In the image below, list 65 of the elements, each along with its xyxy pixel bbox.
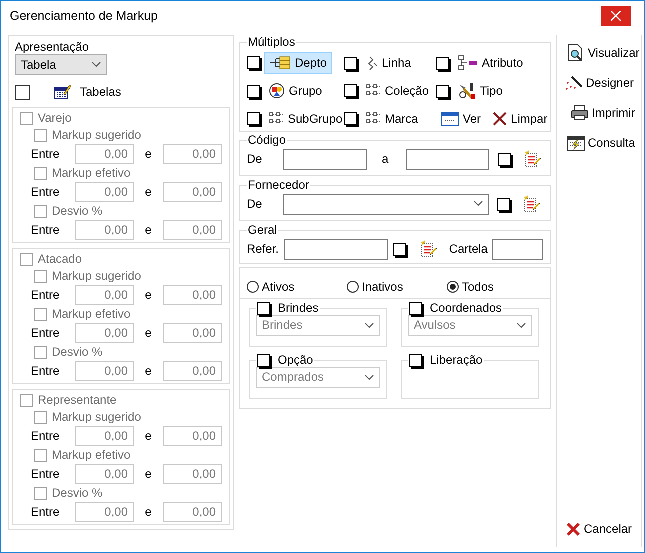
field-label: Entre — [31, 467, 61, 482]
field-label: Entre — [31, 185, 61, 200]
checkbox-label: Markup efetivo — [52, 307, 131, 322]
group-title: Geral — [247, 223, 278, 237]
filter-button[interactable]: Coleção — [361, 80, 434, 102]
group-title: Código — [247, 133, 288, 147]
filter-button[interactable]: Marca — [361, 108, 424, 130]
dropdown[interactable]: Tabela — [15, 54, 107, 76]
field-label: e — [144, 505, 153, 520]
radio-button[interactable]: Inativos — [347, 280, 447, 294]
field-label: Apresentação — [15, 40, 90, 54]
checkbox-label: Markup sugerido — [52, 269, 142, 284]
clear-button[interactable]: Limpar — [488, 108, 553, 130]
field-label: Entre — [31, 147, 61, 162]
filter-button[interactable]: Linha — [361, 52, 416, 74]
radio-button[interactable]: Todos — [447, 280, 507, 294]
field-label: e — [144, 326, 153, 341]
checkbox-label: Markup efetivo — [52, 448, 131, 463]
field-label: De — [247, 152, 264, 166]
checkbox-label: Desvio % — [52, 345, 103, 360]
checkbox-label: Desvio % — [52, 486, 103, 501]
group-label: Representante — [38, 393, 117, 408]
field-label: Entre — [31, 223, 61, 238]
filter-button[interactable]: Atributo — [453, 51, 528, 75]
cancel-button[interactable]: Cancelar — [566, 519, 641, 539]
field-label: e — [144, 223, 153, 238]
checkbox-label: Markup sugerido — [52, 410, 142, 425]
field-label: Entre — [31, 364, 61, 379]
checkbox-label: Markup sugerido — [52, 128, 142, 143]
field-label: De — [247, 196, 264, 212]
checkbox-label: Tabelas — [80, 85, 122, 100]
field-label: e — [144, 185, 153, 200]
group-title: Liberação — [430, 353, 483, 367]
field-label: Entre — [31, 326, 61, 341]
group-title: Opção — [278, 353, 314, 367]
field-label: Entre — [31, 505, 61, 520]
field-label: Refer. — [247, 242, 280, 256]
action-button[interactable]: Visualizar — [567, 43, 641, 63]
group-title: Coordenados — [430, 301, 502, 315]
group-label: Atacado — [38, 252, 82, 267]
window-title: Gerenciamento de Markup — [10, 8, 158, 24]
checkbox-label: Markup efetivo — [52, 166, 131, 181]
radio-button[interactable]: Ativos — [247, 280, 347, 294]
field-label: Cartela — [449, 242, 488, 256]
field-label: e — [144, 364, 153, 379]
action-button[interactable]: Imprimir — [571, 103, 641, 123]
filter-button[interactable]: Depto — [264, 52, 332, 74]
filter-button[interactable]: Grupo — [264, 79, 328, 103]
action-button[interactable]: Consulta — [567, 133, 641, 153]
field-label: e — [144, 429, 153, 444]
view-button[interactable]: Ver — [436, 108, 486, 130]
field-label: e — [144, 467, 153, 482]
group-title: Fornecedor — [247, 178, 310, 192]
field-label: Entre — [31, 288, 61, 303]
checkbox-label: Desvio % — [52, 204, 103, 219]
group-label: Varejo — [38, 111, 72, 126]
action-button[interactable]: Designer — [565, 73, 641, 93]
field-label: e — [144, 147, 153, 162]
field-label: a — [381, 152, 390, 166]
filter-button[interactable]: Tipo — [453, 78, 508, 104]
filter-button[interactable]: SubGrupo — [264, 108, 348, 130]
field-label: e — [144, 288, 153, 303]
group-title: Múltiplos — [247, 35, 296, 49]
group-title: Brindes — [278, 301, 319, 315]
field-label: Entre — [31, 429, 61, 444]
